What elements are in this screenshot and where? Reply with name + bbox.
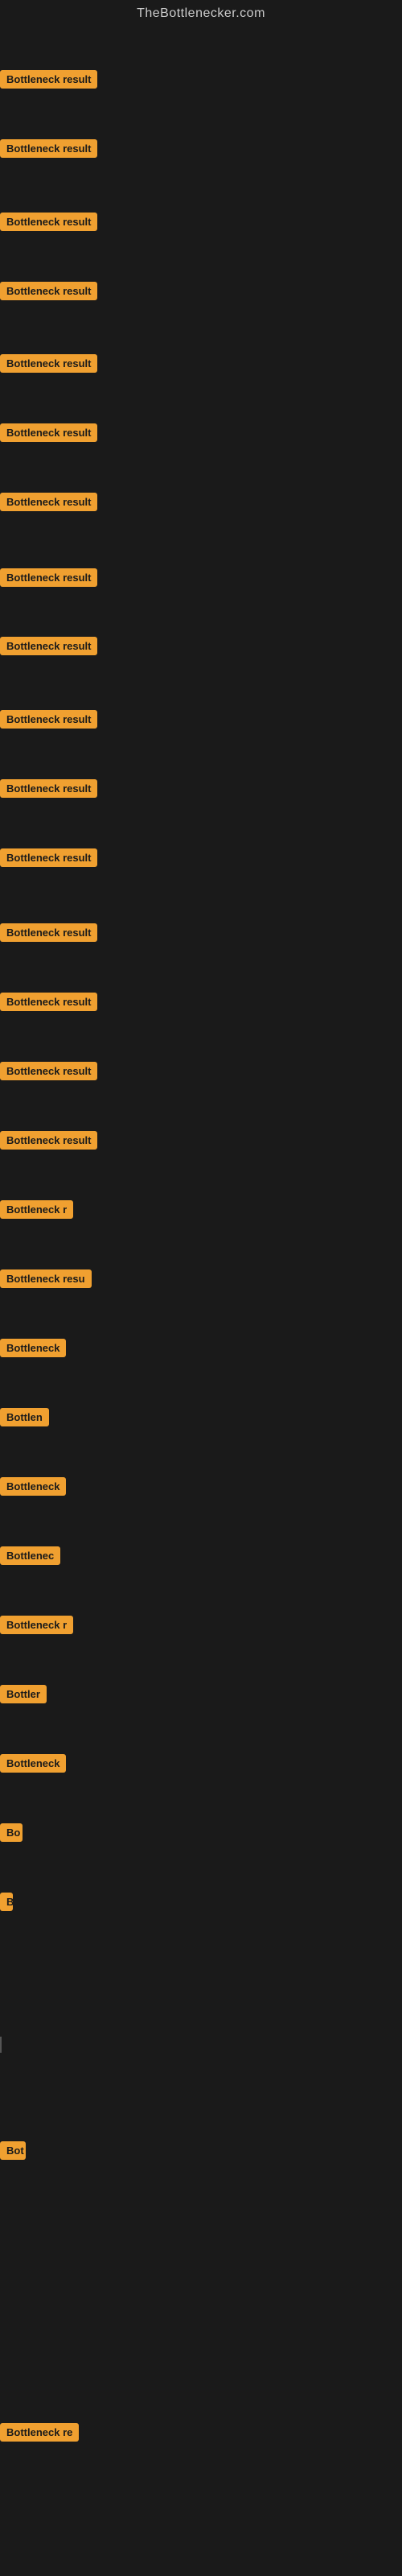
bottleneck-result-label: Bottleneck xyxy=(0,1477,66,1496)
list-item: Bottleneck result xyxy=(0,282,97,300)
list-item: Bottler xyxy=(0,1685,47,1703)
list-item: Bottleneck result xyxy=(0,710,97,729)
list-item xyxy=(0,2037,2,2053)
list-item: Bottlen xyxy=(0,1408,49,1426)
list-item: Bottleneck r xyxy=(0,1616,73,1634)
bottleneck-result-label: Bottleneck result xyxy=(0,70,97,89)
bottleneck-result-label: Bottleneck result xyxy=(0,282,97,300)
list-item: B xyxy=(0,1893,13,1911)
list-item: Bottleneck result xyxy=(0,568,97,587)
bottleneck-result-label: Bottleneck re xyxy=(0,2423,79,2442)
list-item: Bottleneck result xyxy=(0,779,97,798)
list-item: Bottleneck re xyxy=(0,2423,79,2442)
list-item: Bottleneck r xyxy=(0,1200,73,1219)
bottleneck-result-label: Bottleneck result xyxy=(0,1131,97,1150)
bottleneck-result-label: Bottleneck result xyxy=(0,710,97,729)
list-item: Bottleneck xyxy=(0,1477,66,1496)
bottleneck-result-label: Bo xyxy=(0,1823,23,1842)
bottleneck-result-label: Bottleneck r xyxy=(0,1616,73,1634)
list-item: Bottleneck result xyxy=(0,923,97,942)
list-item: Bottlenec xyxy=(0,1546,60,1565)
bottleneck-result-label: Bottleneck result xyxy=(0,1062,97,1080)
bottleneck-result-label: Bottleneck xyxy=(0,1754,66,1773)
list-item: Bottleneck result xyxy=(0,354,97,373)
list-item: Bottleneck result xyxy=(0,1062,97,1080)
list-item: Bottleneck xyxy=(0,1754,66,1773)
bottleneck-result-label: Bottleneck result xyxy=(0,993,97,1011)
bottleneck-result-label: Bottleneck result xyxy=(0,493,97,511)
list-item: Bottleneck result xyxy=(0,139,97,158)
list-item: Bottleneck result xyxy=(0,493,97,511)
bottleneck-result-label: Bottleneck r xyxy=(0,1200,73,1219)
list-item: Bottleneck xyxy=(0,1339,66,1357)
list-item: Bottleneck result xyxy=(0,637,97,655)
bottleneck-result-label: Bottleneck xyxy=(0,1339,66,1357)
list-item: Bottleneck result xyxy=(0,70,97,89)
bottleneck-result-label: Bottleneck result xyxy=(0,568,97,587)
bottleneck-result-label: Bottler xyxy=(0,1685,47,1703)
bottleneck-result-label: Bottleneck result xyxy=(0,213,97,231)
bottleneck-result-label: Bottleneck resu xyxy=(0,1269,92,1288)
list-item: Bottleneck result xyxy=(0,1131,97,1150)
bottleneck-result-label: Bottleneck result xyxy=(0,779,97,798)
list-item: Bottleneck resu xyxy=(0,1269,92,1288)
list-item: Bottleneck result xyxy=(0,848,97,867)
bottleneck-result-label: Bot xyxy=(0,2141,26,2160)
bottleneck-result-label: Bottleneck result xyxy=(0,848,97,867)
list-item: Bottleneck result xyxy=(0,423,97,442)
bottleneck-result-label: Bottleneck result xyxy=(0,354,97,373)
bottleneck-result-label: Bottleneck result xyxy=(0,423,97,442)
bottleneck-result-label: Bottlen xyxy=(0,1408,49,1426)
bottleneck-result-label: Bottlenec xyxy=(0,1546,60,1565)
bottleneck-result-label: B xyxy=(0,1893,13,1911)
list-item: Bot xyxy=(0,2141,26,2160)
bottleneck-result-label: Bottleneck result xyxy=(0,139,97,158)
bottleneck-result-label: Bottleneck result xyxy=(0,923,97,942)
site-title: TheBottlenecker.com xyxy=(0,0,402,24)
list-item: Bottleneck result xyxy=(0,993,97,1011)
list-item: Bottleneck result xyxy=(0,213,97,231)
bottleneck-result-label: Bottleneck result xyxy=(0,637,97,655)
list-item: Bo xyxy=(0,1823,23,1842)
